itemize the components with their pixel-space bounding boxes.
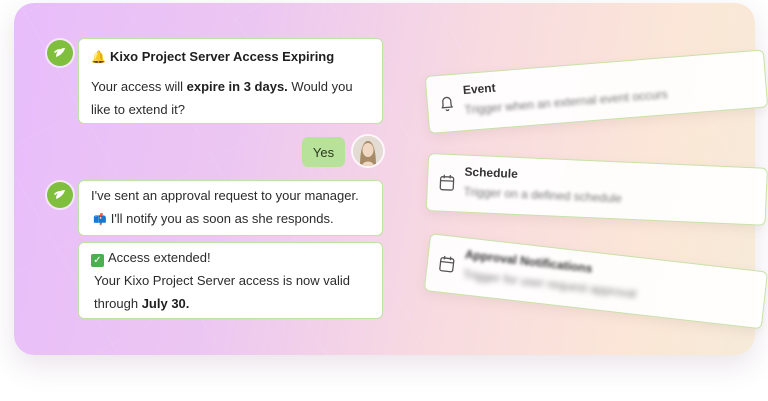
trigger-list: Event Trigger when an external event occ… [413, 49, 768, 355]
message-text: I'll notify you as soon as she responds. [110, 211, 334, 226]
message-text: I've sent an approval request to your ma… [91, 188, 359, 203]
message-bold: July 30. [141, 296, 190, 311]
message-text: Your Kixo Project Server access is now v… [94, 273, 351, 311]
trigger-card-schedule[interactable]: Schedule Trigger on a defined schedule [425, 153, 768, 226]
reply-text: Yes [312, 144, 335, 160]
trigger-card-event[interactable]: Event Trigger when an external event occ… [424, 49, 768, 134]
trigger-description: Trigger on a defined schedule [463, 184, 623, 206]
trigger-card-approval[interactable]: Approval Notifications Trigger for user … [423, 233, 768, 330]
calendar-icon [439, 174, 455, 191]
user-reply-bubble: Yes [302, 137, 345, 167]
message-title: Kixo Project Server Access Expiring [109, 49, 335, 64]
message-text: Your access will [91, 79, 187, 94]
trigger-title: Schedule [464, 164, 519, 181]
bell-emoji-icon: 🔔 [91, 50, 106, 64]
bot-avatar-icon [47, 40, 73, 66]
calendar-icon [439, 255, 455, 273]
bot-message-extended: ✓ Access extended! Your Kixo Project Serv… [78, 242, 383, 319]
bot-message-approval: I've sent an approval request to your ma… [78, 180, 383, 236]
trigger-title: Event [462, 80, 497, 98]
user-avatar [353, 136, 383, 166]
mailbox-emoji-icon: 📫 [93, 214, 107, 226]
bell-icon [441, 96, 453, 112]
message-bold: expire in 3 days. [186, 79, 288, 94]
message-title: Access extended! [108, 250, 211, 265]
trigger-description: Trigger for user request approval [462, 267, 637, 301]
bot-avatar-icon [47, 182, 73, 208]
bot-message-expiring: 🔔 Kixo Project Server Access Expiring You… [78, 38, 383, 124]
check-icon: ✓ [91, 254, 104, 267]
